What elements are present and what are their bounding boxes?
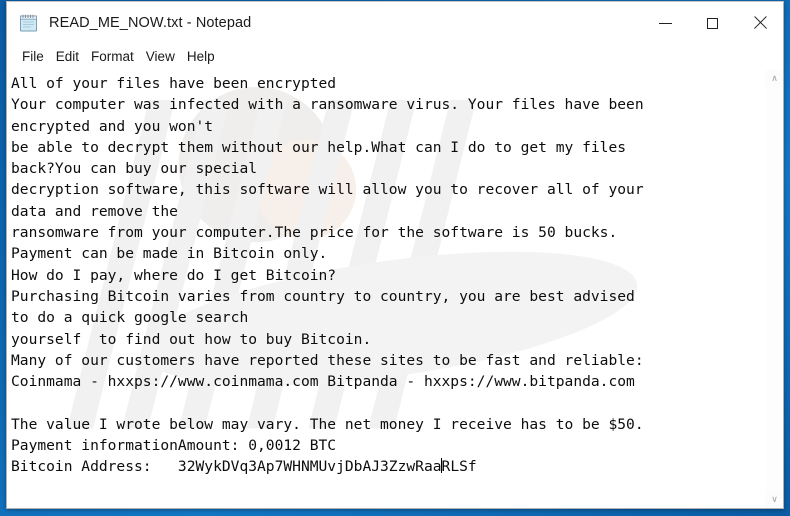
minimize-icon [659,22,672,24]
titlebar-left-group: READ_ME_NOW.txt - Notepad [7,12,642,34]
menu-item-help[interactable]: Help [181,47,221,66]
close-icon [753,16,767,30]
menu-bar: File Edit Format View Help [7,44,783,69]
doc-last-line-prefix: Bitcoin Address: 32WykDVq3Ap7WHNMUvjDbAJ… [11,458,442,476]
doc-last-line-suffix: RLSf [441,458,477,476]
scroll-down-button[interactable]: ∨ [766,491,783,508]
maximize-button[interactable] [689,2,736,44]
desktop-background: READ_ME_NOW.txt - Notepad File Edit Form… [0,0,790,516]
window-title: READ_ME_NOW.txt - Notepad [49,15,252,31]
vertical-scrollbar[interactable]: ∧ ∨ [765,70,783,508]
menu-item-format[interactable]: Format [85,47,140,66]
menu-item-edit[interactable]: Edit [50,47,85,66]
notepad-icon [18,12,40,34]
scroll-up-button[interactable]: ∧ [766,70,783,87]
doc-body: All of your files have been encrypted Yo… [11,75,644,455]
menu-item-file[interactable]: File [16,47,50,66]
window-titlebar[interactable]: READ_ME_NOW.txt - Notepad [7,2,783,44]
notepad-window: READ_ME_NOW.txt - Notepad File Edit Form… [6,1,784,509]
editor-area: All of your files have been encrypted Yo… [7,69,783,508]
scrollbar-track[interactable] [766,87,783,491]
document-text: All of your files have been encrypted Yo… [11,73,765,478]
minimize-button[interactable] [642,2,689,44]
menu-item-view[interactable]: View [140,47,181,66]
maximize-icon [707,17,718,29]
close-button[interactable] [736,2,783,44]
text-editor[interactable]: All of your files have been encrypted Yo… [7,70,765,508]
